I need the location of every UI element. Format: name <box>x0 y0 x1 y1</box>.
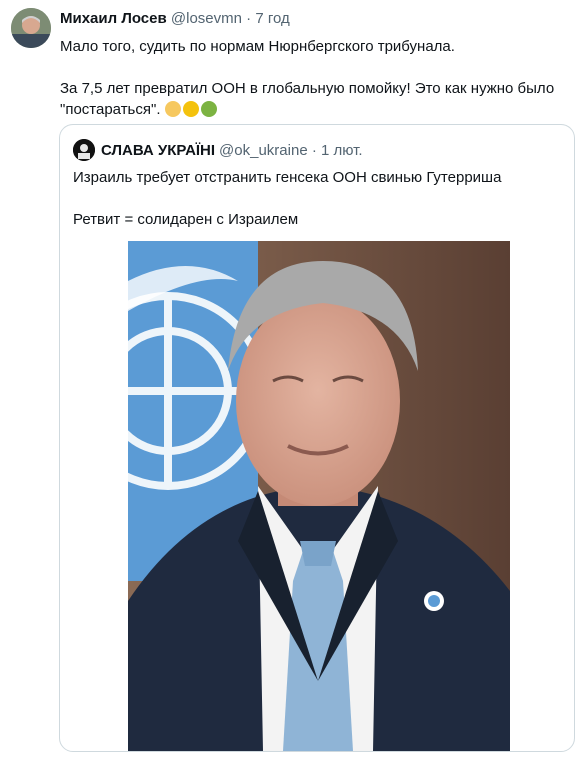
quoted-author-name[interactable]: СЛАВА УКРАЇНІ <box>101 142 215 159</box>
quoted-tweet[interactable]: СЛАВА УКРАЇНІ @ok_ukraine · 1 лют. Израи… <box>59 124 575 752</box>
quoted-tweet-header: СЛАВА УКРАЇНІ @ok_ukraine · 1 лют. <box>73 139 363 161</box>
author-avatar-image <box>11 8 51 48</box>
grinning-squinting-emoji <box>182 101 199 117</box>
quoted-tweet-time[interactable]: 1 лют. <box>321 142 363 159</box>
tweet-line-2: За 7,5 лет превратил ООН в глобальную по… <box>60 80 555 97</box>
tweet-text: Мало того, судить по нормам Нюрнбергског… <box>60 36 560 120</box>
author-avatar[interactable] <box>11 8 51 48</box>
tweet-line-1: Мало того, судить по нормам Нюрнбергског… <box>60 38 455 55</box>
quoted-line-2: Ретвит = солидарен с Израилем <box>73 211 299 228</box>
quoted-author-avatar[interactable] <box>73 139 95 161</box>
tweet-header: Михаил Лосев @losevmn · 7 год <box>60 10 290 27</box>
author-name[interactable]: Михаил Лосев <box>60 10 167 27</box>
quoted-author-handle[interactable]: @ok_ukraine <box>219 142 308 159</box>
tweet-line-3: "постараться". <box>60 101 161 118</box>
author-handle[interactable]: @losevmn <box>171 10 242 27</box>
woman-facepalming-emoji <box>164 101 181 117</box>
quoted-separator: · <box>311 141 317 159</box>
quoted-tweet-text: Израиль требует отстранить генсека ООН с… <box>73 167 553 230</box>
separator: · <box>246 10 252 27</box>
quoted-author-avatar-image <box>73 139 95 161</box>
tweet-line-3-wrap: "постараться". <box>60 99 560 120</box>
portrait-image <box>128 241 510 751</box>
nauseated-face-emoji <box>200 101 217 117</box>
tweet-photo[interactable] <box>128 241 510 751</box>
tweet-time[interactable]: 7 год <box>255 10 289 27</box>
quoted-line-1: Израиль требует отстранить генсека ООН с… <box>73 169 502 186</box>
